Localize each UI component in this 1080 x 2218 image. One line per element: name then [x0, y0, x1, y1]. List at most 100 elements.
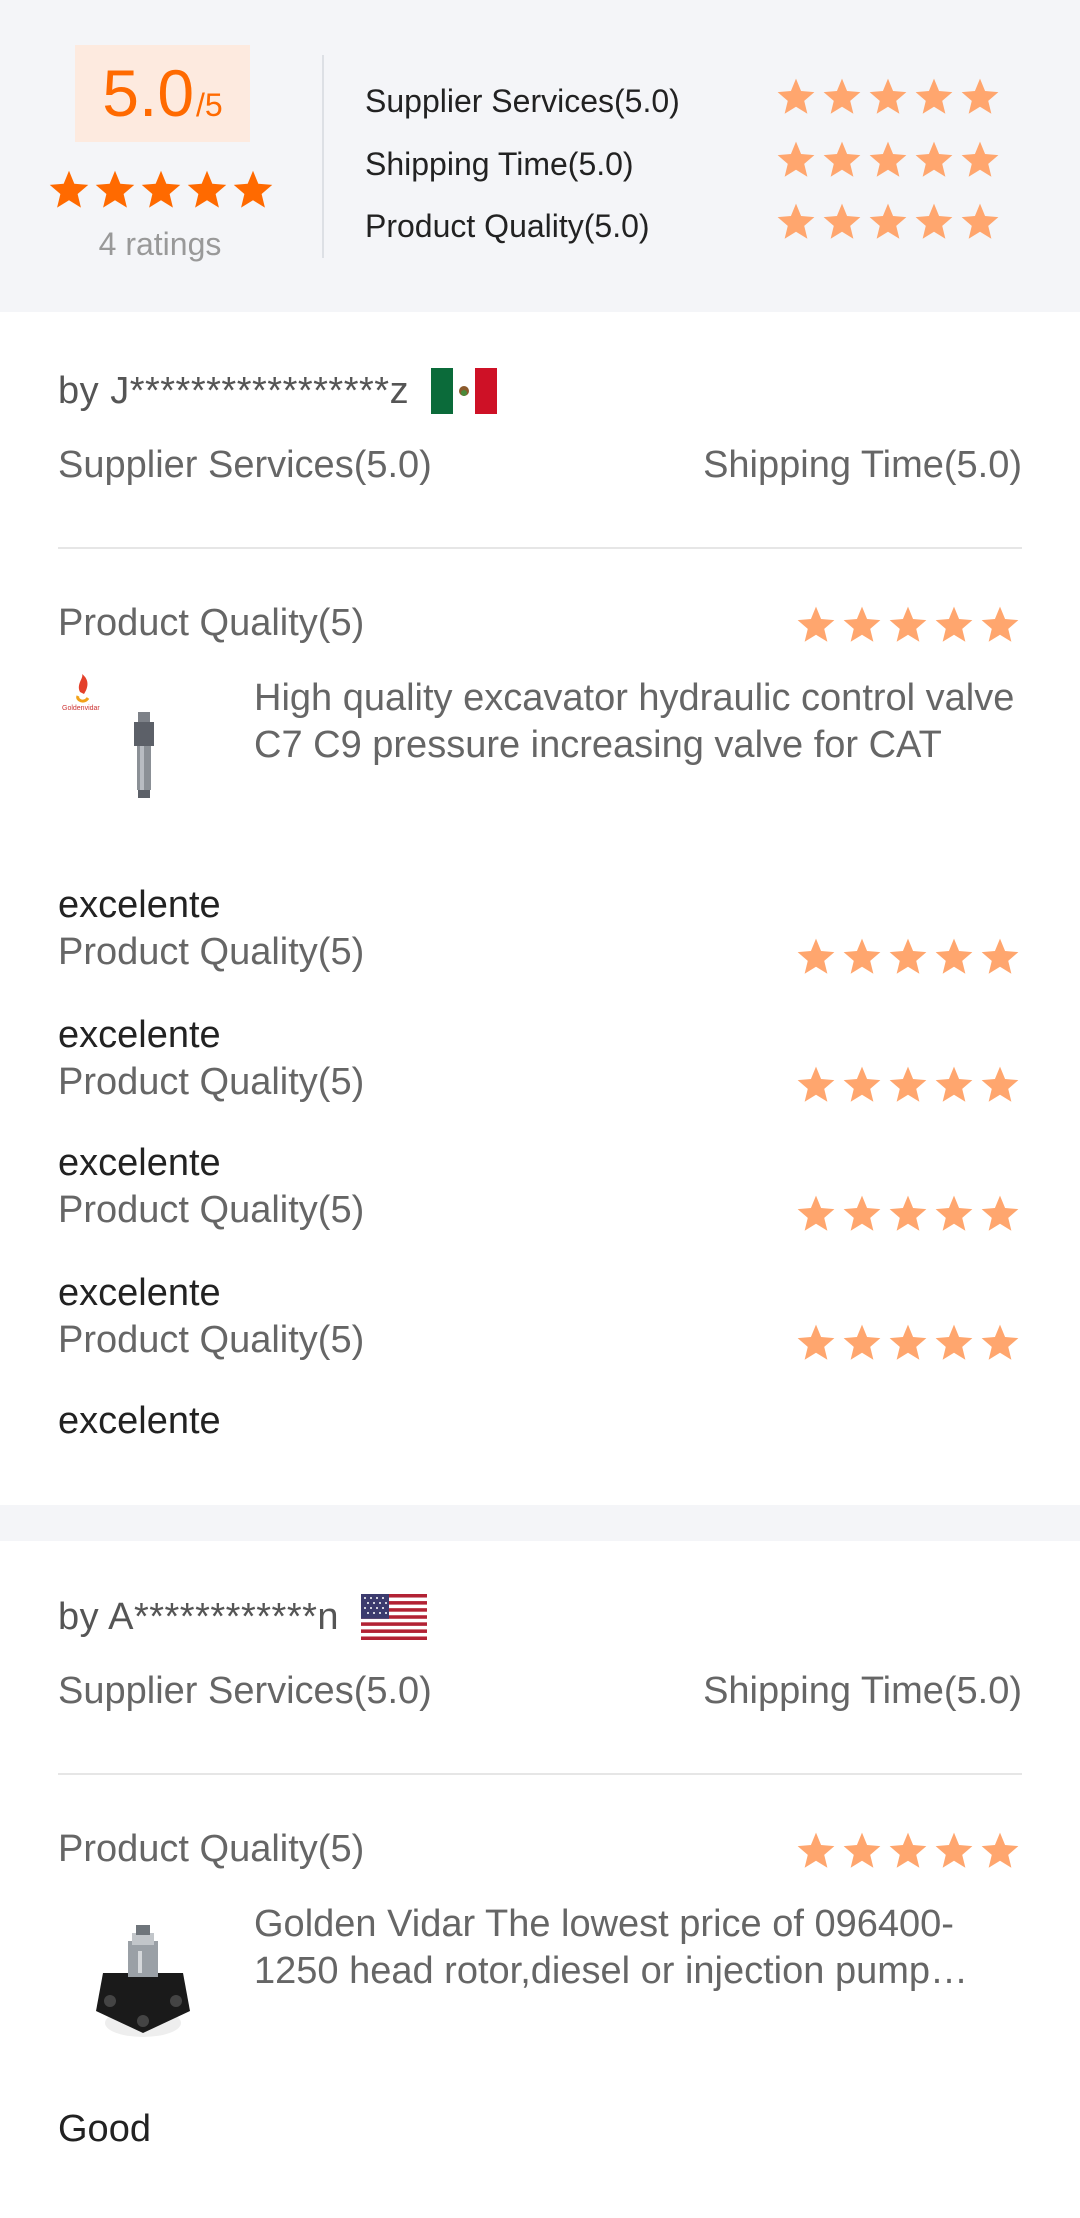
star-icon: [887, 1193, 929, 1235]
star-icon: [933, 1322, 975, 1364]
review-comment: excelente: [58, 884, 221, 926]
star-icon: [841, 1830, 883, 1872]
star-icon: [231, 168, 275, 212]
comment-quality-label: Product Quality(5): [58, 1061, 365, 1103]
star-icon: [139, 168, 183, 212]
comment-quality-label: Product Quality(5): [58, 1189, 365, 1231]
shipping-time-rating: Shipping Time(5.0): [703, 444, 1022, 486]
ratings-count: 4 ratings: [98, 226, 222, 262]
reviewer-row: by A************n: [58, 1594, 428, 1640]
star-icon: [887, 604, 929, 646]
star-icon: [841, 1322, 883, 1364]
rating-summary: 5.0 /5 4 ratings Supplier Services(5.0) …: [0, 0, 1080, 312]
star-icon: [979, 604, 1021, 646]
star-icon: [795, 604, 837, 646]
product-quality-label: Product Quality(5): [58, 1828, 365, 1870]
star-icon: [887, 1830, 929, 1872]
divider: [58, 1773, 1022, 1775]
supplier-services-rating: Supplier Services(5.0): [58, 444, 432, 486]
star-icon: [775, 139, 817, 181]
metric-shipping-time: Shipping Time(5.0): [365, 139, 1015, 189]
review-comment: excelente: [58, 1014, 221, 1056]
mexico-flag-icon: [431, 368, 498, 414]
star-icon: [959, 139, 1001, 181]
star-icon: [841, 936, 883, 978]
star-icon: [841, 1193, 883, 1235]
metric-product-quality: Product Quality(5.0): [365, 201, 1015, 251]
review-card: by J*****************z Supplier Services…: [0, 312, 1080, 1505]
star-icon: [933, 1064, 975, 1106]
supplier-services-rating: Supplier Services(5.0): [58, 1670, 432, 1712]
star-icon: [933, 604, 975, 646]
section-separator: [0, 1505, 1080, 1541]
divider: [58, 547, 1022, 549]
star-icon: [795, 936, 837, 978]
star-icon: [913, 76, 955, 118]
star-icon: [867, 139, 909, 181]
metric-stars: [775, 76, 1005, 118]
comment-quality-stars: [795, 1193, 1025, 1235]
star-icon: [795, 1322, 837, 1364]
overall-score-box: 5.0 /5: [75, 45, 250, 142]
overall-score-max: /5: [196, 87, 223, 123]
comment-quality-label: Product Quality(5): [58, 1319, 365, 1361]
review-comment: excelente: [58, 1400, 221, 1442]
overall-stars: [47, 168, 277, 212]
star-icon: [933, 936, 975, 978]
star-icon: [841, 604, 883, 646]
product-thumbnail[interactable]: Goldenvidar: [58, 672, 228, 812]
product-thumbnail[interactable]: [58, 1911, 228, 2051]
star-icon: [979, 1830, 1021, 1872]
star-icon: [841, 1064, 883, 1106]
reviewer-row: by J*****************z: [58, 368, 498, 414]
star-icon: [933, 1193, 975, 1235]
comment-quality-label: Product Quality(5): [58, 931, 365, 973]
comment-quality-stars: [795, 1064, 1025, 1106]
reviewer-name: by J*****************z: [58, 369, 410, 412]
product-title-link[interactable]: High quality excavator hydraulic control…: [254, 675, 1024, 769]
star-icon: [913, 139, 955, 181]
product-quality-stars: [795, 604, 1025, 646]
shipping-time-rating: Shipping Time(5.0): [703, 1670, 1022, 1712]
star-icon: [887, 936, 929, 978]
review-comment: Good: [58, 2108, 151, 2150]
star-icon: [867, 201, 909, 243]
star-icon: [979, 1064, 1021, 1106]
usa-flag-icon: [361, 1594, 428, 1640]
star-icon: [821, 201, 863, 243]
overall-score: 5.0: [102, 56, 195, 130]
star-icon: [959, 201, 1001, 243]
metric-supplier-services: Supplier Services(5.0): [365, 76, 1015, 126]
metric-stars: [775, 139, 1005, 181]
star-icon: [933, 1830, 975, 1872]
star-icon: [913, 201, 955, 243]
product-title-link[interactable]: Golden Vidar The lowest price of 096400-…: [254, 1901, 1024, 1995]
metric-stars: [775, 201, 1005, 243]
star-icon: [795, 1064, 837, 1106]
star-icon: [185, 168, 229, 212]
review-comment: excelente: [58, 1142, 221, 1184]
star-icon: [93, 168, 137, 212]
product-quality-stars: [795, 1830, 1025, 1872]
star-icon: [795, 1830, 837, 1872]
star-icon: [979, 1322, 1021, 1364]
star-icon: [979, 936, 1021, 978]
review-card: by A************n Supplier Services(5.0)…: [0, 1541, 1080, 2218]
star-icon: [959, 76, 1001, 118]
star-icon: [887, 1322, 929, 1364]
star-icon: [775, 201, 817, 243]
svg-text:Goldenvidar: Goldenvidar: [62, 705, 100, 712]
star-icon: [979, 1193, 1021, 1235]
comment-quality-stars: [795, 1322, 1025, 1364]
star-icon: [887, 1064, 929, 1106]
star-icon: [867, 76, 909, 118]
reviewer-name: by A************n: [58, 1595, 340, 1638]
star-icon: [821, 76, 863, 118]
star-icon: [795, 1193, 837, 1235]
review-comment: excelente: [58, 1272, 221, 1314]
product-quality-label: Product Quality(5): [58, 602, 365, 644]
star-icon: [775, 76, 817, 118]
star-icon: [47, 168, 91, 212]
comment-quality-stars: [795, 936, 1025, 978]
star-icon: [821, 139, 863, 181]
